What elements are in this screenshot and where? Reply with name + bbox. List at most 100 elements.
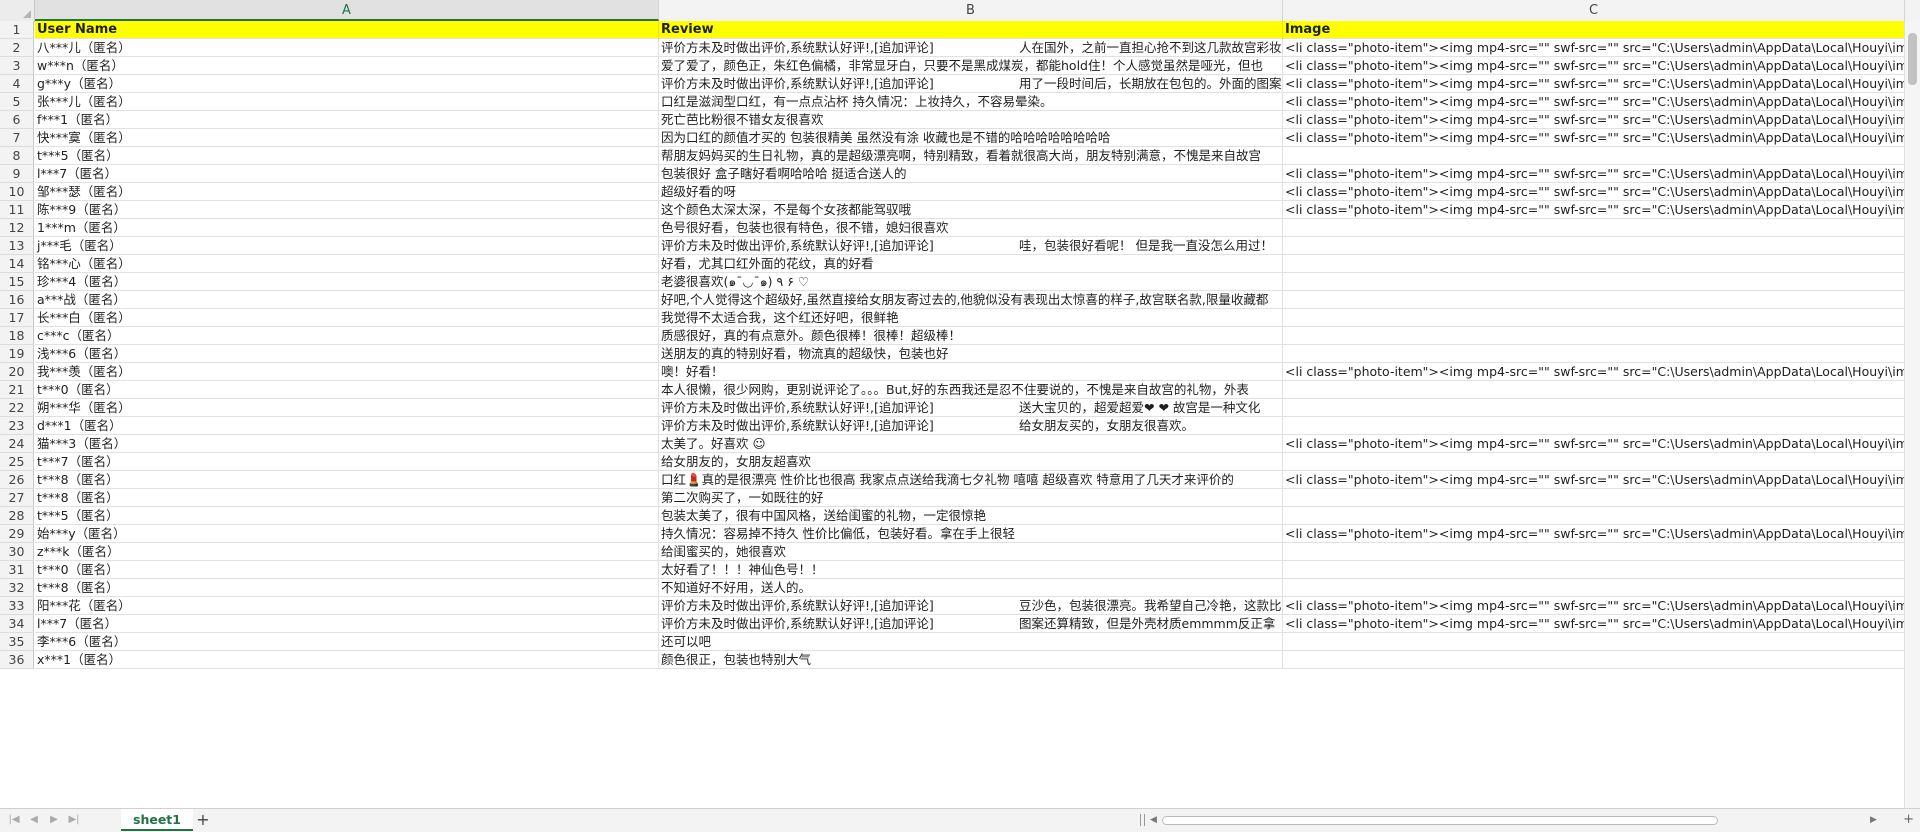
cell-review[interactable]: 评价方未及时做出评价,系统默认好评!,[追加评论] 图案还算精致，但是外壳材质em… bbox=[659, 615, 1283, 633]
cell-review[interactable]: 色号很好看，包装也很有特色，很不错，媳妇很喜欢 bbox=[659, 219, 1283, 237]
row-header[interactable]: 11 bbox=[0, 201, 34, 219]
cell-review[interactable]: 包装太美了，很有中国风格，送给闺蜜的礼物，一定很惊艳 bbox=[659, 507, 1283, 525]
cell-user-name[interactable]: l***7（匿名） bbox=[35, 615, 659, 633]
row-header[interactable]: 27 bbox=[0, 489, 34, 507]
cell-user-name[interactable]: d***1（匿名） bbox=[35, 417, 659, 435]
row-header[interactable]: 15 bbox=[0, 273, 34, 291]
row-header[interactable]: 14 bbox=[0, 255, 34, 273]
cell-user-name[interactable]: 长***白（匿名） bbox=[35, 309, 659, 327]
cell-review[interactable]: 评价方未及时做出评价,系统默认好评!,[追加评论] 送大宝贝的，超爱超爱❤ ❤ 故… bbox=[659, 399, 1283, 417]
cell-user-name[interactable]: t***8（匿名） bbox=[35, 579, 659, 597]
row-header[interactable]: 12 bbox=[0, 219, 34, 237]
cell-user-name[interactable]: 珍***4（匿名） bbox=[35, 273, 659, 291]
cell-review[interactable]: 因为口红的颜值才买的 包装很精美 虽然没有涂 收藏也是不错的哈哈哈哈哈哈哈哈 bbox=[659, 129, 1283, 147]
cell-image[interactable]: <li class="photo-item"><img mp4-src="" s… bbox=[1283, 471, 1920, 489]
cell-review[interactable]: 太美了。好喜欢 ☺ bbox=[659, 435, 1283, 453]
cell-image[interactable] bbox=[1283, 417, 1920, 435]
zoom-in-icon[interactable]: + bbox=[1903, 812, 1914, 827]
cell-image[interactable] bbox=[1283, 453, 1920, 471]
cell-user-name[interactable]: 阳***花（匿名） bbox=[35, 597, 659, 615]
cell-review[interactable]: 评价方未及时做出评价,系统默认好评!,[追加评论] 人在国外，之前一直担心抢不到这… bbox=[659, 39, 1283, 57]
cell-image[interactable]: <li class="photo-item"><img mp4-src="" s… bbox=[1283, 201, 1920, 219]
cell-user-name[interactable]: 陈***9（匿名） bbox=[35, 201, 659, 219]
vertical-scrollbar[interactable] bbox=[1904, 21, 1920, 808]
cell-review[interactable]: 给闺蜜买的，她很喜欢 bbox=[659, 543, 1283, 561]
cell-image[interactable] bbox=[1283, 327, 1920, 345]
cell-image[interactable]: <li class="photo-item"><img mp4-src="" s… bbox=[1283, 165, 1920, 183]
cell-image[interactable]: <li class="photo-item"><img mp4-src="" s… bbox=[1283, 615, 1920, 633]
cell-review[interactable]: 评价方未及时做出评价,系统默认好评!,[追加评论] 用了一段时间后，长期放在包包的… bbox=[659, 75, 1283, 93]
cell-review[interactable]: 噢！好看！ bbox=[659, 363, 1283, 381]
cell-user-name[interactable]: l***7（匿名） bbox=[35, 165, 659, 183]
row-header[interactable]: 19 bbox=[0, 345, 34, 363]
cell-user-name[interactable]: 铭***心（匿名） bbox=[35, 255, 659, 273]
scroll-right-icon[interactable]: ▶ bbox=[1870, 813, 1877, 827]
cell-user-name[interactable]: z***k（匿名） bbox=[35, 543, 659, 561]
cell-user-name[interactable]: 1***m（匿名） bbox=[35, 219, 659, 237]
cell-image[interactable] bbox=[1283, 489, 1920, 507]
cell-user-name[interactable]: t***8（匿名） bbox=[35, 489, 659, 507]
cell-user-name[interactable]: 朔***华（匿名） bbox=[35, 399, 659, 417]
cell-review[interactable]: 颜色很正，包装也特别大气 bbox=[659, 651, 1283, 669]
cell-review[interactable]: 本人很懒，很少网购，更别说评论了。。。But,好的东西我还是忍不住要说的，不愧是… bbox=[659, 381, 1283, 399]
cell-image[interactable] bbox=[1283, 291, 1920, 309]
cell-user-name[interactable]: 张***儿（匿名） bbox=[35, 93, 659, 111]
cell-review[interactable]: 评价方未及时做出评价,系统默认好评!,[追加评论] 哇，包装很好看呢！ 但是我一直… bbox=[659, 237, 1283, 255]
cell-user-name[interactable]: 快***寞（匿名） bbox=[35, 129, 659, 147]
cell-image[interactable]: <li class="photo-item"><img mp4-src="" s… bbox=[1283, 129, 1920, 147]
first-sheet-icon[interactable]: |◀ bbox=[6, 812, 22, 828]
add-sheet-button[interactable]: + bbox=[194, 811, 212, 829]
column-header-b[interactable]: B bbox=[659, 0, 1283, 21]
cell-user-name[interactable]: 猫***3（匿名） bbox=[35, 435, 659, 453]
row-header[interactable]: 30 bbox=[0, 543, 34, 561]
cell-image[interactable] bbox=[1283, 579, 1920, 597]
cell-image[interactable]: <li class="photo-item"><img mp4-src="" s… bbox=[1283, 363, 1920, 381]
row-header[interactable]: 36 bbox=[0, 651, 34, 669]
cell-image[interactable] bbox=[1283, 345, 1920, 363]
last-sheet-icon[interactable]: ▶| bbox=[66, 812, 82, 828]
row-header[interactable]: 10 bbox=[0, 183, 34, 201]
scroll-left-icon[interactable]: ◀ bbox=[1150, 813, 1157, 827]
cell-user-name[interactable]: t***0（匿名） bbox=[35, 561, 659, 579]
row-header[interactable]: 25 bbox=[0, 453, 34, 471]
row-header[interactable]: 18 bbox=[0, 327, 34, 345]
row-header[interactable]: 23 bbox=[0, 417, 34, 435]
cell-review[interactable]: 太好看了！！！神仙色号！！ bbox=[659, 561, 1283, 579]
cell-image[interactable] bbox=[1283, 309, 1920, 327]
cell-user-name[interactable]: 邹***瑟（匿名） bbox=[35, 183, 659, 201]
row-header[interactable]: 35 bbox=[0, 633, 34, 651]
cell-review[interactable]: 持久情况：容易掉不持久 性价比偏低，包装好看。拿在手上很轻 bbox=[659, 525, 1283, 543]
cell-image[interactable]: <li class="photo-item"><img mp4-src="" s… bbox=[1283, 93, 1920, 111]
cell-review[interactable]: 我觉得不太适合我，这个红还好吧，很鲜艳 bbox=[659, 309, 1283, 327]
cell-image[interactable] bbox=[1283, 255, 1920, 273]
row-header[interactable]: 33 bbox=[0, 597, 34, 615]
row-header[interactable]: 26 bbox=[0, 471, 34, 489]
cell-image[interactable]: <li class="photo-item"><img mp4-src="" s… bbox=[1283, 75, 1920, 93]
cell-review[interactable]: 好吧,个人觉得这个超级好,虽然直接给女朋友寄过去的,他貌似没有表现出太惊喜的样子… bbox=[659, 291, 1283, 309]
cell-user-name[interactable]: x***1（匿名） bbox=[35, 651, 659, 669]
cell-image[interactable] bbox=[1283, 273, 1920, 291]
cell-image[interactable] bbox=[1283, 381, 1920, 399]
row-header[interactable]: 13 bbox=[0, 237, 34, 255]
cell-review[interactable]: 超级好看的呀 bbox=[659, 183, 1283, 201]
cell-review[interactable]: 老婆很喜欢(๑¯◡¯๑) ٩ ۶ ♡ bbox=[659, 273, 1283, 291]
row-header[interactable]: 17 bbox=[0, 309, 34, 327]
cell-image[interactable]: <li class="photo-item"><img mp4-src="" s… bbox=[1283, 435, 1920, 453]
row-header[interactable]: 9 bbox=[0, 165, 34, 183]
cell-review[interactable]: 送朋友的真的特别好看，物流真的超级快，包装也好 bbox=[659, 345, 1283, 363]
cell-review[interactable]: 评价方未及时做出评价,系统默认好评!,[追加评论] 给女朋友买的，女朋友很喜欢。 bbox=[659, 417, 1283, 435]
cell-review[interactable]: 这个颜色太深太深，不是每个女孩都能驾驭哦 bbox=[659, 201, 1283, 219]
column-header-c[interactable]: C bbox=[1283, 0, 1905, 21]
cell-image[interactable] bbox=[1283, 399, 1920, 417]
row-header[interactable]: 1 bbox=[0, 21, 34, 39]
cell-user-name[interactable]: t***8（匿名） bbox=[35, 471, 659, 489]
cell-image[interactable] bbox=[1283, 219, 1920, 237]
vertical-scroll-thumb[interactable] bbox=[1908, 33, 1917, 85]
column-header-a[interactable]: A bbox=[35, 0, 659, 21]
cell-image[interactable] bbox=[1283, 651, 1920, 669]
header-cell-image[interactable]: Image bbox=[1283, 21, 1920, 39]
cell-review[interactable]: 好看，尤其口红外面的花纹，真的好看 bbox=[659, 255, 1283, 273]
cell-image[interactable]: <li class="photo-item"><img mp4-src="" s… bbox=[1283, 525, 1920, 543]
tab-split-handle[interactable] bbox=[1140, 814, 1145, 826]
cell-user-name[interactable]: g***y（匿名） bbox=[35, 75, 659, 93]
